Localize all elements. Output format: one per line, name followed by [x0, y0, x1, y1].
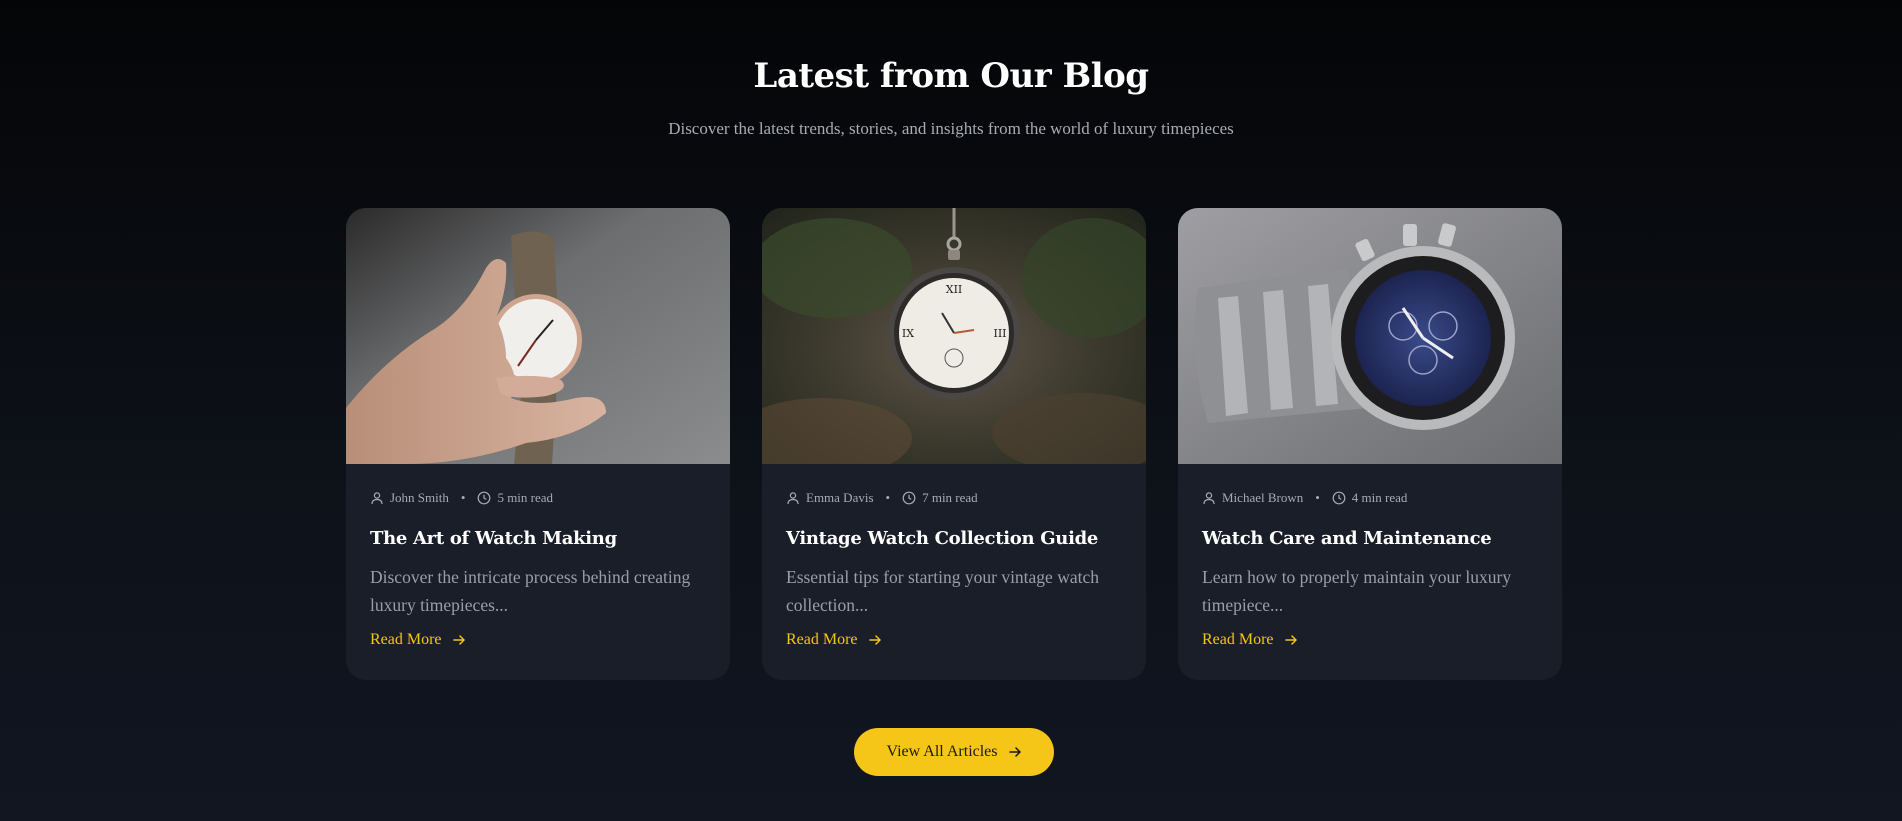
meta-separator: • — [1315, 490, 1320, 505]
blog-card[interactable]: Michael Brown • 4 min read Watch Care an… — [1178, 208, 1562, 680]
post-title[interactable]: Watch Care and Maintenance — [1202, 528, 1538, 549]
card-image-pocket-watch[interactable]: XII III IX — [762, 208, 1146, 464]
post-description: Learn how to properly maintain your luxu… — [1202, 567, 1512, 615]
arrow-right-icon — [452, 635, 465, 645]
blog-section: Latest from Our Blog Discover the latest… — [0, 0, 1902, 821]
read-more-link[interactable]: Read More — [1202, 631, 1298, 649]
post-description: Essential tips for starting your vintage… — [786, 567, 1099, 615]
post-meta: Emma Davis • 7 min read — [786, 488, 1122, 508]
user-icon — [787, 492, 799, 505]
read-more-label: Read More — [1202, 631, 1274, 648]
blog-card[interactable]: XII III IX Emma Davis • 7 min read Vinta… — [762, 208, 1146, 680]
arrow-right-icon — [868, 635, 881, 645]
post-title[interactable]: Vintage Watch Collection Guide — [786, 528, 1122, 549]
meta-separator: • — [460, 490, 466, 505]
post-read-time: 4 min read — [1351, 490, 1408, 505]
post-meta: John Smith • 5 min read — [370, 488, 706, 508]
read-more-label: Read More — [786, 631, 858, 648]
read-more-label: Read More — [370, 631, 442, 648]
meta-separator: • — [885, 490, 891, 505]
svg-text:III: III — [993, 327, 1006, 340]
post-author: John Smith — [390, 490, 449, 505]
read-more-link[interactable]: Read More — [786, 631, 882, 649]
post-description: Discover the intricate process behind cr… — [370, 567, 691, 615]
section-subtitle: Discover the latest trends, stories, and… — [668, 119, 1234, 138]
post-read-time: 5 min read — [497, 490, 554, 505]
clock-icon — [478, 491, 491, 505]
post-read-time: 7 min read — [922, 490, 978, 505]
view-all-articles-button[interactable]: View All Articles — [854, 728, 1054, 776]
view-all-label: View All Articles — [886, 743, 998, 760]
post-author: Emma Davis — [806, 490, 874, 505]
arrow-right-icon — [1008, 747, 1021, 757]
read-more-link[interactable]: Read More — [370, 631, 466, 649]
svg-text:IX: IX — [902, 327, 914, 340]
clock-icon — [902, 491, 916, 505]
user-icon — [371, 492, 383, 505]
user-icon — [1203, 492, 1215, 505]
card-image-hand-watch[interactable] — [346, 208, 730, 464]
card-image-chronograph[interactable] — [1178, 208, 1562, 464]
post-title[interactable]: The Art of Watch Making — [370, 528, 706, 549]
arrow-right-icon — [1284, 635, 1297, 645]
watch-image — [346, 208, 730, 464]
post-author: Michael Brown — [1222, 490, 1304, 505]
post-meta: Michael Brown • 4 min read — [1202, 488, 1538, 508]
blog-cards: John Smith • 5 min read The Art of Watch… — [346, 208, 1562, 680]
section-title: Latest from Our Blog — [753, 56, 1149, 96]
clock-icon — [1332, 491, 1346, 505]
svg-text:XII: XII — [946, 283, 963, 296]
chronograph-image — [1178, 208, 1562, 464]
blog-card[interactable]: John Smith • 5 min read The Art of Watch… — [346, 208, 730, 680]
pocket-watch-image: XII III IX — [762, 208, 1146, 464]
